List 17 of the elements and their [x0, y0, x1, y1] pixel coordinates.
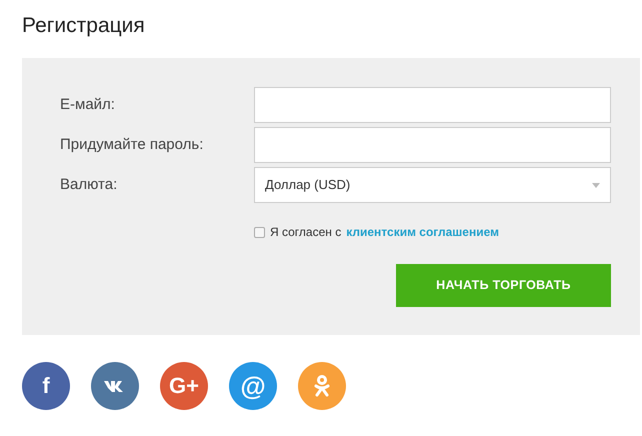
googleplus-login-button[interactable]: G+	[160, 362, 208, 410]
start-trading-button[interactable]: НАЧАТЬ ТОРГОВАТЬ	[396, 264, 611, 307]
agreement-text: Я согласен с	[270, 224, 342, 241]
facebook-login-button[interactable]: f	[22, 362, 70, 410]
field-label: Придумайте пароль:	[60, 134, 204, 155]
field-label: Валюта:	[60, 174, 118, 195]
caret-icon	[592, 182, 600, 188]
currency-select[interactable]: Доллар (USD)	[254, 167, 611, 203]
checkbox[interactable]	[254, 226, 265, 238]
mail-login-button[interactable]: @	[229, 362, 277, 410]
email-field[interactable]	[254, 87, 611, 123]
ok-login-button[interactable]	[298, 362, 346, 410]
page-title: Регистрация	[22, 13, 146, 39]
vk-login-button[interactable]	[91, 362, 139, 410]
agreement-link[interactable]: клиентским соглашением	[346, 223, 499, 241]
password-field[interactable]	[254, 127, 611, 163]
field-label: Е-майл:	[60, 94, 116, 115]
